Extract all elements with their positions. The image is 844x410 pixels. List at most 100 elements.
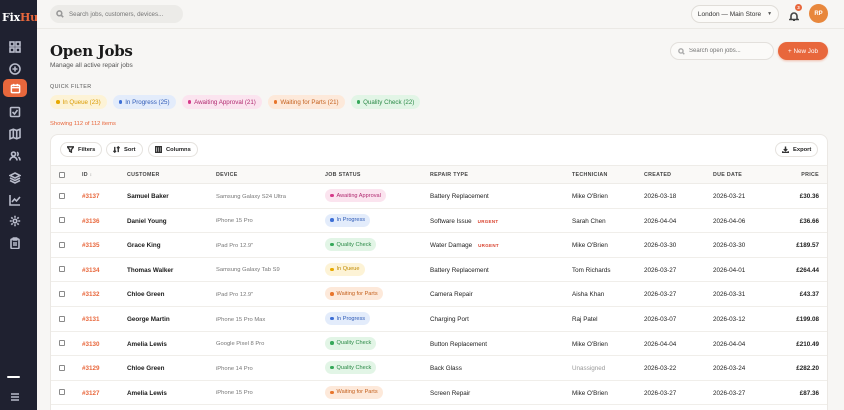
created-date: 2026-03-18: [644, 193, 677, 200]
row-checkbox[interactable]: [59, 364, 65, 371]
quick-filter-chip[interactable]: In Queue (23): [50, 95, 107, 109]
price: £30.36: [799, 193, 819, 200]
price: £87.36: [799, 389, 819, 397]
job-id-link[interactable]: #3137: [82, 193, 100, 200]
due-date: 2026-03-12: [713, 316, 746, 323]
job-id-link[interactable]: #3129: [82, 365, 100, 372]
table-row[interactable]: #3135 Grace King iPad Pro 12.9" Quality Che…: [51, 233, 827, 258]
col-id[interactable]: ID ↕: [82, 172, 92, 178]
row-checkbox[interactable]: [59, 315, 65, 322]
status-badge: Quality Check: [325, 238, 377, 252]
col-customer[interactable]: CUSTOMER: [127, 172, 160, 178]
table-row[interactable]: #3131 George Martin iPhone 15 Pro Max In Pr…: [51, 307, 827, 332]
store-selector[interactable]: London — Main Store ▼: [691, 5, 779, 23]
device-name: iPhone 14 Pro: [216, 365, 253, 372]
created-date: 2026-03-27: [644, 389, 677, 397]
avatar[interactable]: RP: [809, 4, 828, 23]
quick-filter-chip[interactable]: Awaiting Approval (21): [181, 95, 262, 109]
menu-icon[interactable]: [9, 391, 21, 403]
row-checkbox[interactable]: [59, 266, 65, 273]
row-checkbox[interactable]: [59, 290, 65, 297]
col-technician[interactable]: TECHNICIAN: [572, 172, 608, 178]
table-row[interactable]: #3129 Chloe Green iPhone 14 Pro Quality Che…: [51, 356, 827, 381]
clipboard-icon[interactable]: [9, 237, 21, 249]
job-id-link[interactable]: #3135: [82, 242, 100, 249]
export-button[interactable]: Export: [775, 142, 819, 157]
col-price[interactable]: PRICE: [801, 172, 819, 178]
map-icon[interactable]: [9, 128, 21, 140]
col-repair-type[interactable]: REPAIR TYPE: [430, 172, 468, 178]
table-row[interactable]: #3134 Thomas Walker Samsung Galaxy Tab S9 I…: [51, 258, 827, 283]
checklist-icon[interactable]: [9, 106, 21, 118]
table-row[interactable]: #3136 Daniel Young iPhone 15 Pro In Progres…: [51, 209, 827, 234]
col-due-date[interactable]: DUE DATE: [713, 172, 742, 178]
sort-button-label: Sort: [124, 146, 136, 153]
status-label: Quality Check: [336, 364, 372, 371]
status-dot-icon: [330, 292, 334, 296]
row-checkbox[interactable]: [59, 241, 65, 248]
jobs-search-input[interactable]: [689, 48, 769, 54]
quick-filter-chip[interactable]: Waiting for Parts (21): [267, 95, 345, 109]
search-icon: [678, 47, 685, 55]
select-all-checkbox[interactable]: [59, 172, 65, 178]
job-id-link[interactable]: #3132: [82, 291, 100, 298]
jobs-icon[interactable]: [3, 79, 27, 97]
table-row[interactable]: #3127 Amelia Lewis iPhone 15 Pro Waiting fo…: [51, 381, 827, 406]
repair-type-label: Battery Replacement: [430, 266, 489, 274]
created-date: 2026-03-22: [644, 365, 677, 373]
due-date: 2026-04-04: [713, 340, 746, 348]
layers-icon[interactable]: [9, 172, 21, 184]
technician: Mike O'Brien: [572, 389, 608, 397]
row-checkbox[interactable]: [59, 217, 65, 224]
global-search[interactable]: [50, 5, 183, 23]
quick-filter-chip-label: In Queue (23): [62, 98, 101, 106]
technician: Mike O'Brien: [572, 193, 608, 200]
table-row[interactable]: #3137 Samuel Baker Samsung Galaxy S24 Ultr…: [51, 184, 827, 209]
settings-icon[interactable]: [9, 215, 21, 227]
notification-badge: 3: [795, 4, 802, 11]
add-circle-icon[interactable]: [9, 63, 21, 75]
customer-name: Amelia Lewis: [127, 389, 167, 397]
analytics-icon[interactable]: [9, 194, 21, 206]
job-id-link[interactable]: #3134: [82, 267, 100, 274]
job-id-link[interactable]: #3131: [82, 316, 100, 323]
col-created[interactable]: CREATED: [644, 172, 671, 178]
showing-count: Showing 112 of 112 items: [50, 121, 116, 127]
export-button-label: Export: [793, 146, 812, 153]
quick-filter-chip-label: Awaiting Approval (21): [194, 98, 256, 106]
col-device[interactable]: DEVICE: [216, 172, 238, 178]
device-name: iPad Pro 12.9": [216, 242, 254, 249]
filters-button-label: Filters: [78, 146, 96, 153]
technician: Aisha Khan: [572, 291, 605, 299]
sort-button[interactable]: Sort: [106, 142, 143, 157]
quick-filter-chip[interactable]: Quality Check (22): [350, 95, 421, 109]
table-row[interactable]: #3132 Chloe Green iPad Pro 12.9" Waiting fo…: [51, 282, 827, 307]
new-job-button[interactable]: + New Job: [778, 42, 828, 60]
created-date: 2026-04-04: [644, 340, 677, 348]
technician: Tom Richards: [572, 266, 611, 274]
job-id-link[interactable]: #3130: [82, 341, 100, 348]
row-checkbox[interactable]: [59, 340, 65, 347]
customers-icon[interactable]: [9, 150, 21, 162]
quick-filter-label: QUICK FILTER: [50, 84, 92, 90]
row-checkbox[interactable]: [59, 389, 65, 396]
job-id-link[interactable]: #3127: [82, 390, 100, 397]
search-icon: [56, 10, 64, 18]
page-title: Open Jobs: [50, 42, 133, 60]
customer-name: Thomas Walker: [127, 266, 174, 274]
device-name: iPhone 15 Pro: [216, 218, 253, 225]
table-row[interactable]: #3130 Amelia Lewis Google Pixel 8 Pro Quali…: [51, 332, 827, 357]
col-job-status[interactable]: JOB STATUS: [325, 172, 361, 178]
filters-button[interactable]: Filters: [60, 142, 103, 157]
row-checkbox[interactable]: [59, 192, 65, 199]
quick-filter-chip[interactable]: In Progress (25): [112, 95, 176, 109]
dashboard-icon[interactable]: [9, 41, 21, 53]
columns-button[interactable]: Columns: [148, 142, 198, 157]
status-dot-icon: [330, 390, 334, 395]
status-badge: Waiting for Parts: [325, 287, 383, 301]
status-badge: Quality Check: [325, 336, 377, 350]
table-header: ID ↕ CUSTOMER DEVICE JOB STATUS REPAIR T…: [51, 165, 827, 184]
jobs-search[interactable]: [670, 42, 774, 60]
job-id-link[interactable]: #3136: [82, 218, 100, 225]
global-search-input[interactable]: [69, 10, 179, 18]
